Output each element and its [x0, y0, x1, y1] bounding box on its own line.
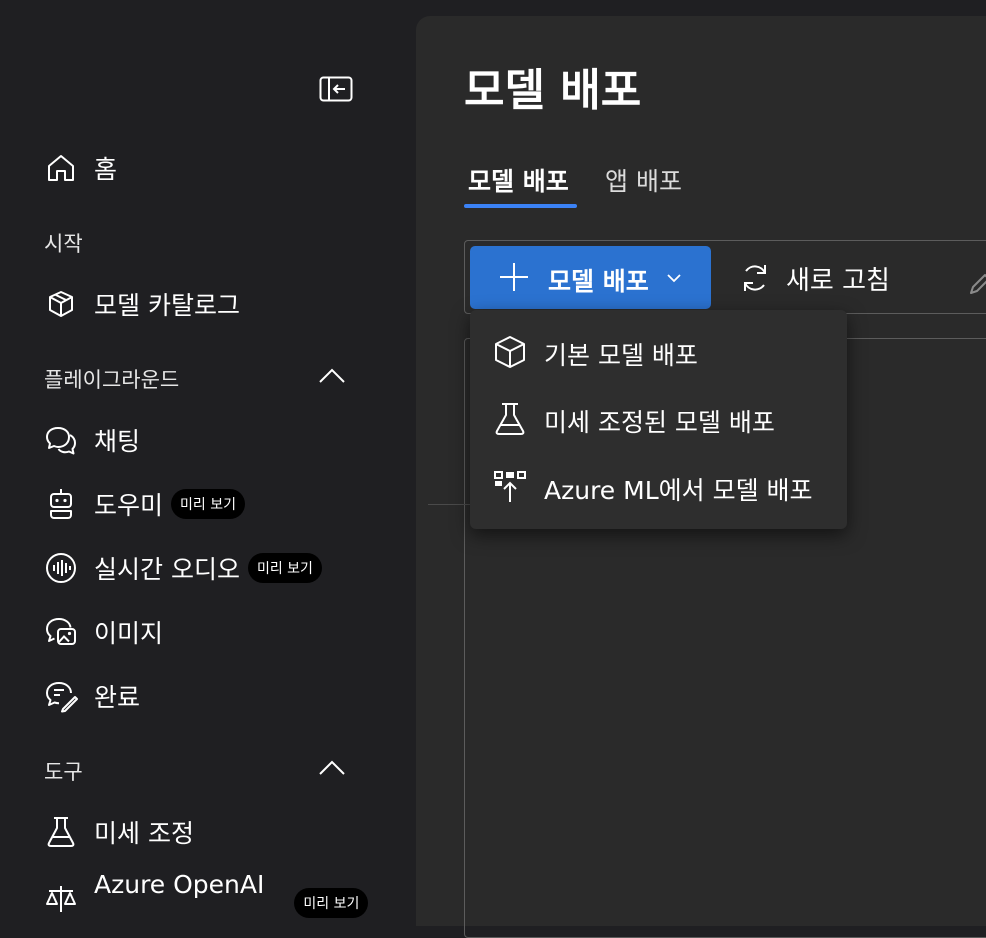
chat-icon: [44, 423, 78, 457]
menu-item-deploy-base-model[interactable]: 기본 모델 배포: [470, 322, 847, 382]
refresh-button-label: 새로 고침: [786, 265, 890, 296]
sidebar-item-fine-tuning[interactable]: 미세 조정: [44, 812, 194, 852]
sidebar-item-home[interactable]: 홈: [44, 148, 117, 188]
preview-badge: 미리 보기: [247, 553, 322, 583]
page-title: 모델 배포: [464, 65, 642, 116]
audio-wave-icon: [44, 551, 78, 585]
scale-icon: [44, 882, 78, 916]
sidebar-item-label: 실시간 오디오: [94, 555, 240, 584]
refresh-button[interactable]: 새로 고침: [738, 260, 890, 296]
flask-icon: [44, 815, 78, 849]
flask-icon: [492, 401, 528, 437]
cube-catalog-icon: [44, 287, 78, 321]
sidebar-item-realtime-audio[interactable]: 실시간 오디오 미리 보기: [44, 548, 322, 588]
preview-badge: 미리 보기: [294, 888, 369, 918]
chevron-down-icon: [667, 274, 681, 283]
plus-icon: [500, 263, 528, 291]
sidebar-item-label: 채팅: [94, 427, 141, 456]
section-start-label: 시작: [44, 232, 83, 256]
sidebar-item-label: 홈: [94, 155, 118, 184]
chevron-up-icon[interactable]: [316, 756, 348, 780]
sidebar-item-images[interactable]: 이미지: [44, 612, 163, 652]
menu-item-label: 미세 조정된 모델 배포: [544, 408, 775, 437]
tab-model-deployments[interactable]: 모델 배포: [468, 162, 569, 198]
active-tab-indicator: [464, 204, 577, 208]
sidebar-item-label: 도우미: [94, 491, 164, 520]
deploy-model-dropdown-menu: 기본 모델 배포 미세 조정된 모델 배포 Azure ML에서 모델 배포: [470, 310, 847, 529]
sidebar-item-chat[interactable]: 채팅: [44, 420, 140, 460]
section-tools-label: 도구: [44, 760, 83, 784]
refresh-icon: [744, 265, 766, 291]
collapse-sidebar-button[interactable]: [318, 74, 354, 104]
sidebar-item-label: 미세 조정: [94, 819, 194, 848]
azure-ml-deploy-icon: [492, 469, 528, 505]
edit-icon[interactable]: [968, 272, 986, 296]
sidebar-item-label: 모델 카탈로그: [94, 291, 240, 320]
image-chat-icon: [44, 615, 78, 649]
sidebar-item-completions[interactable]: 완료: [44, 676, 140, 716]
sidebar: 홈 시작 모델 카탈로그 플레이그라운드 채팅 도우미 미리 보기 실시간 오디…: [0, 0, 416, 918]
collapse-panel-icon: [319, 76, 353, 102]
deploy-model-button-label: 모델 배포: [548, 267, 649, 296]
deploy-model-button[interactable]: 모델 배포: [470, 246, 711, 309]
cube-icon: [492, 334, 528, 370]
menu-item-label: 기본 모델 배포: [544, 341, 698, 370]
sidebar-item-label: 완료: [94, 683, 141, 712]
bot-icon: [44, 487, 78, 521]
home-icon: [44, 151, 78, 185]
menu-item-deploy-from-azure-ml[interactable]: Azure ML에서 모델 배포: [470, 457, 847, 517]
menu-item-label: Azure ML에서 모델 배포: [544, 476, 813, 505]
preview-badge: 미리 보기: [171, 489, 245, 519]
menu-item-deploy-fine-tuned-model[interactable]: 미세 조정된 모델 배포: [470, 389, 847, 449]
sidebar-item-model-catalog[interactable]: 모델 카탈로그: [44, 284, 240, 324]
chevron-up-icon[interactable]: [316, 364, 348, 388]
section-playground-label: 플레이그라운드: [44, 368, 180, 392]
tab-app-deployments[interactable]: 앱 배포: [605, 162, 682, 198]
sidebar-item-azure-openai[interactable]: Azure OpenAI 미리 보기: [44, 866, 369, 918]
sidebar-item-assistant[interactable]: 도우미 미리 보기: [44, 484, 245, 524]
sidebar-item-label: Azure OpenAI: [94, 869, 265, 899]
chat-edit-icon: [44, 679, 78, 713]
sidebar-item-label: 이미지: [94, 619, 164, 648]
